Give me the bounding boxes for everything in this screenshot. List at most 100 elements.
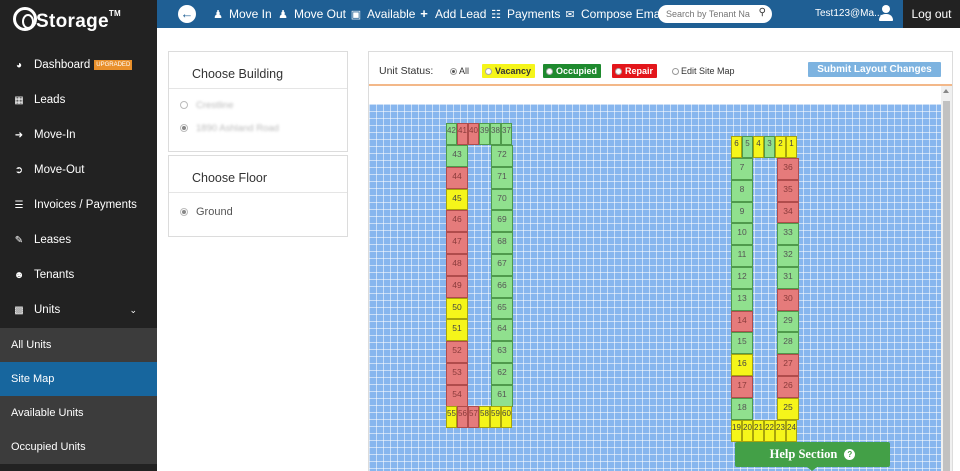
unit-59[interactable]: 59	[490, 406, 501, 428]
unit-24[interactable]: 24	[786, 420, 797, 442]
unit-35[interactable]: 35	[777, 179, 799, 202]
submit-layout-changes-button[interactable]: Submit Layout Changes	[808, 62, 941, 77]
unit-52[interactable]: 52	[446, 341, 468, 363]
scroll-up-arrow-icon[interactable]	[943, 89, 949, 93]
unit-32[interactable]: 32	[777, 245, 799, 267]
status-filter-vacancy[interactable]: Vacancy	[482, 64, 536, 78]
unit-5[interactable]: 5	[742, 136, 753, 158]
unit-64[interactable]: 64	[491, 319, 513, 342]
scrollbar-thumb[interactable]	[943, 101, 950, 471]
unit-53[interactable]: 53	[446, 363, 468, 385]
unit-8[interactable]: 8	[731, 179, 753, 202]
tenant-search-input[interactable]	[666, 7, 754, 21]
unit-55[interactable]: 55	[446, 406, 457, 428]
edit-site-map-toggle[interactable]: Edit Site Map	[672, 66, 735, 76]
radio-button[interactable]	[672, 68, 679, 75]
unit-40[interactable]: 40	[468, 123, 479, 145]
unit-46[interactable]: 46	[446, 210, 468, 233]
unit-1[interactable]: 1	[786, 136, 797, 158]
unit-51[interactable]: 51	[446, 319, 468, 342]
unit-20[interactable]: 20	[742, 420, 753, 442]
radio-button-selected[interactable]	[450, 68, 457, 75]
unit-11[interactable]: 11	[731, 245, 753, 267]
sidebar-item-move-out[interactable]: ➲ Move-Out	[0, 153, 157, 188]
unit-7[interactable]: 7	[731, 158, 753, 180]
radio-button[interactable]	[180, 101, 188, 109]
unit-25[interactable]: 25	[777, 397, 799, 420]
unit-29[interactable]: 29	[777, 310, 799, 333]
unit-9[interactable]: 9	[731, 201, 753, 224]
unit-13[interactable]: 13	[731, 288, 753, 311]
unit-71[interactable]: 71	[491, 166, 513, 189]
unit-58[interactable]: 58	[479, 406, 490, 428]
status-filter-repair[interactable]: Repair	[612, 64, 658, 78]
sidebar-item-tenants[interactable]: ☻ Tenants	[0, 258, 157, 293]
unit-66[interactable]: 66	[491, 275, 513, 298]
sidebar-item-move-in[interactable]: ➜ Move-In	[0, 118, 157, 153]
unit-62[interactable]: 62	[491, 363, 513, 385]
unit-50[interactable]: 50	[446, 297, 468, 320]
available-link[interactable]: ▣ Available	[350, 0, 416, 28]
unit-22[interactable]: 22	[764, 420, 775, 442]
unit-34[interactable]: 34	[777, 201, 799, 224]
unit-12[interactable]: 12	[731, 267, 753, 289]
unit-2[interactable]: 2	[775, 136, 786, 158]
sidebar-subitem-occupied-units[interactable]: Occupied Units	[0, 430, 157, 464]
unit-10[interactable]: 10	[731, 223, 753, 246]
building-option-crestline[interactable]: Crestline	[180, 100, 234, 111]
unit-61[interactable]: 61	[491, 384, 513, 407]
unit-69[interactable]: 69	[491, 210, 513, 233]
unit-72[interactable]: 72	[491, 145, 513, 167]
compose-email-link[interactable]: ✉ Compose Email	[564, 0, 665, 28]
unit-28[interactable]: 28	[777, 332, 799, 355]
unit-16[interactable]: 16	[731, 354, 753, 376]
user-icon[interactable]	[878, 5, 894, 22]
status-filter-all[interactable]: All	[450, 66, 469, 76]
unit-65[interactable]: 65	[491, 297, 513, 320]
sidebar-subitem-site-map[interactable]: Site Map	[0, 362, 157, 396]
unit-31[interactable]: 31	[777, 267, 799, 289]
unit-70[interactable]: 70	[491, 188, 513, 211]
unit-6[interactable]: 6	[731, 136, 742, 158]
status-filter-occupied[interactable]: Occupied	[543, 64, 602, 78]
radio-button-selected[interactable]	[180, 208, 188, 216]
help-section-button[interactable]: Help Section?	[735, 442, 890, 471]
unit-41[interactable]: 41	[457, 123, 468, 145]
unit-15[interactable]: 15	[731, 332, 753, 355]
radio-button-selected[interactable]	[180, 124, 188, 132]
payments-link[interactable]: ☷ Payments	[490, 0, 560, 28]
back-arrow-icon[interactable]: ←	[178, 5, 196, 23]
unit-4[interactable]: 4	[753, 136, 764, 158]
unit-43[interactable]: 43	[446, 145, 468, 167]
unit-3[interactable]: 3	[764, 136, 775, 158]
unit-26[interactable]: 26	[777, 376, 799, 398]
unit-54[interactable]: 54	[446, 384, 468, 407]
unit-18[interactable]: 18	[731, 397, 753, 420]
unit-33[interactable]: 33	[777, 223, 799, 246]
unit-45[interactable]: 45	[446, 188, 468, 211]
unit-36[interactable]: 36	[777, 158, 799, 180]
radio-button[interactable]	[615, 68, 622, 75]
building-option-ashland-road[interactable]: 1890 Ashland Road	[180, 123, 279, 134]
unit-39[interactable]: 39	[479, 123, 490, 145]
sidebar-item-units[interactable]: ▩ Units ⌄	[0, 293, 157, 328]
unit-38[interactable]: 38	[490, 123, 501, 145]
unit-27[interactable]: 27	[777, 354, 799, 376]
unit-57[interactable]: 57	[468, 406, 479, 428]
unit-44[interactable]: 44	[446, 166, 468, 189]
unit-49[interactable]: 49	[446, 275, 468, 298]
unit-42[interactable]: 42	[446, 123, 457, 145]
unit-23[interactable]: 23	[775, 420, 786, 442]
sidebar-subitem-available-units[interactable]: Available Units	[0, 396, 157, 430]
sidebar-item-invoices-payments[interactable]: ☰ Invoices / Payments	[0, 188, 157, 223]
unit-67[interactable]: 67	[491, 254, 513, 276]
move-out-link[interactable]: ♟ Move Out	[277, 0, 346, 28]
vertical-scrollbar[interactable]	[941, 86, 952, 471]
unit-48[interactable]: 48	[446, 254, 468, 276]
unit-60[interactable]: 60	[501, 406, 512, 428]
logout-button[interactable]: Log out	[903, 0, 960, 28]
floor-option-ground[interactable]: Ground	[180, 206, 233, 218]
unit-68[interactable]: 68	[491, 232, 513, 254]
storage-logo[interactable]: StorageTM	[0, 0, 157, 46]
unit-14[interactable]: 14	[731, 310, 753, 333]
